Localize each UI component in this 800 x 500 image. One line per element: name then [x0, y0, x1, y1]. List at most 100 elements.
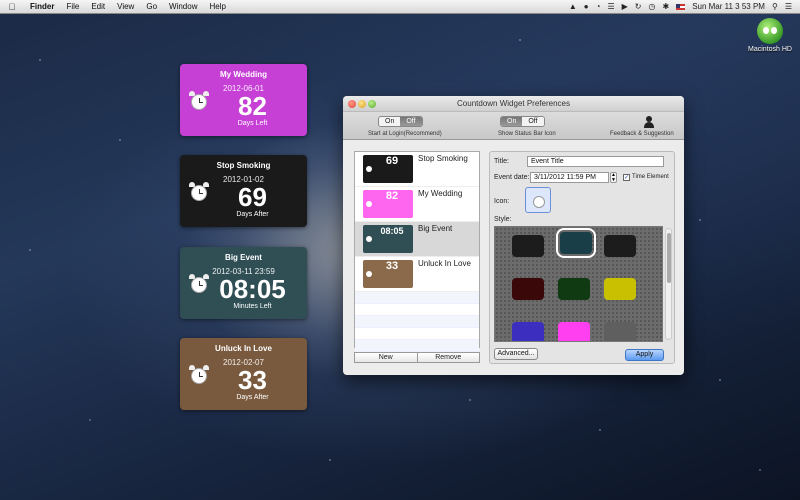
style-scrollbar[interactable]	[665, 228, 672, 340]
status-on-option[interactable]: On	[501, 117, 523, 126]
style-picker[interactable]	[494, 226, 663, 342]
list-item[interactable]: 33 Unluck In Love	[355, 257, 479, 292]
user-status-icon[interactable]: ●	[584, 2, 589, 11]
widget-big-event[interactable]: Big Event 2012-03-11 23:59 08:05 Minutes…	[180, 247, 307, 319]
login-off-option[interactable]: Off	[400, 117, 422, 126]
time-machine-icon[interactable]: ◔	[596, 2, 601, 11]
date-stepper[interactable]: ▲ ▼	[610, 172, 617, 183]
status-bar-icon-toggle[interactable]: On Off	[500, 116, 545, 127]
menu-clock[interactable]: Sun Mar 11 3 53 PM	[692, 2, 765, 11]
list-item-selected[interactable]: 08:05 Big Event	[355, 222, 479, 257]
style-swatch[interactable]	[512, 322, 544, 341]
widget-stop-smoking[interactable]: Stop Smoking 2012-01-02 69 Days After	[180, 155, 307, 227]
style-swatch[interactable]	[604, 322, 636, 341]
mini-clock-icon	[366, 166, 372, 172]
spotlight-search-icon[interactable]: ⚲	[772, 2, 778, 11]
advanced-button[interactable]: Advanced...	[494, 348, 538, 360]
alarm-clock-icon	[189, 273, 209, 295]
event-name: Stop Smoking	[418, 154, 468, 163]
input-source-flag-icon[interactable]	[676, 3, 686, 10]
status-bar-icon-label: Show Status Bar Icon	[498, 131, 556, 137]
widget-date: 2012-06-01	[223, 84, 264, 93]
apple-menu-icon[interactable]: 	[0, 2, 24, 12]
list-item[interactable]: 82 My Wedding	[355, 187, 479, 222]
scrollbar-knob[interactable]	[667, 233, 671, 283]
list-item[interactable]: 69 Stop Smoking	[355, 152, 479, 187]
title-field[interactable]: Event Title	[527, 156, 664, 167]
menu-edit[interactable]: Edit	[85, 2, 111, 11]
list-button-bar: New Remove	[354, 352, 480, 363]
style-swatch[interactable]	[558, 322, 590, 341]
login-on-option[interactable]: On	[379, 117, 401, 126]
apply-button[interactable]: Apply	[625, 349, 664, 361]
widget-count: 08:05	[219, 274, 286, 304]
widget-title: Big Event	[225, 253, 262, 262]
menu-go[interactable]: Go	[140, 2, 163, 11]
window-title: Countdown Widget Preferences	[457, 99, 570, 108]
history-icon[interactable]: ◷	[649, 2, 656, 11]
event-detail-pane: Title: Event Title Event date: 3/11/2012…	[489, 151, 675, 364]
window-toolbar: On Off Start at Login(Recommend) On Off …	[343, 112, 684, 140]
alarm-clock-icon	[189, 90, 209, 112]
sync-icon[interactable]: ↻	[635, 2, 642, 11]
mini-clock-icon	[366, 271, 372, 277]
style-swatch[interactable]	[604, 278, 636, 300]
feedback-label[interactable]: Feedback & Suggestion	[610, 131, 674, 137]
thumb-count: 69	[385, 155, 399, 167]
bluetooth-icon[interactable]: ✱	[662, 2, 669, 11]
event-name: Unluck In Love	[418, 259, 471, 268]
widget-date: 2012-01-02	[223, 175, 264, 184]
thumb-count: 33	[385, 260, 399, 272]
event-thumbnail: 33	[363, 260, 413, 288]
mini-clock-icon	[366, 201, 372, 207]
volume-icon[interactable]: ▶	[622, 2, 628, 11]
event-list[interactable]: 69 Stop Smoking 82 My Wedding 08:05 Big …	[354, 151, 480, 352]
start-at-login-toggle[interactable]: On Off	[378, 116, 423, 127]
alarm-clock-icon	[189, 364, 209, 386]
menu-file[interactable]: File	[60, 2, 85, 11]
widget-unit: Minutes Left	[233, 303, 272, 310]
window-titlebar[interactable]: Countdown Widget Preferences	[343, 96, 684, 112]
event-name: My Wedding	[418, 189, 463, 198]
menu-view[interactable]: View	[111, 2, 140, 11]
wifi-icon[interactable]: ☰	[607, 2, 614, 11]
empty-list-area	[355, 292, 479, 352]
event-thumbnail: 69	[363, 155, 413, 183]
preferences-window: Countdown Widget Preferences On Off Star…	[343, 96, 684, 375]
time-element-checkbox[interactable]: ✓	[623, 174, 630, 181]
zoom-window-button[interactable]	[368, 100, 376, 108]
remove-event-button[interactable]: Remove	[416, 353, 480, 362]
widget-unit: Days After	[236, 394, 269, 401]
style-swatch-selected[interactable]	[556, 228, 596, 258]
style-swatch[interactable]	[512, 278, 544, 300]
event-thumbnail: 82	[363, 190, 413, 218]
widget-unit: Days After	[236, 211, 269, 218]
widget-my-wedding[interactable]: My Wedding 2012-06-01 82 Days Left	[180, 64, 307, 136]
menu-finder[interactable]: Finder	[24, 2, 60, 11]
hard-drive-icon	[757, 18, 783, 44]
style-swatch[interactable]	[604, 235, 636, 257]
widget-unluck-in-love[interactable]: Unluck In Love 2012-02-07 33 Days After	[180, 338, 307, 410]
widget-title: Stop Smoking	[216, 161, 271, 170]
status-off-option[interactable]: Off	[522, 117, 544, 126]
style-swatch[interactable]	[512, 235, 544, 257]
icon-label: Icon:	[494, 198, 510, 205]
time-element-label: Time Element	[632, 174, 669, 180]
new-event-button[interactable]: New	[355, 353, 417, 362]
icon-picker-well[interactable]	[525, 187, 551, 213]
notification-list-icon[interactable]: ☰	[785, 2, 792, 11]
menu-bar:  Finder File Edit View Go Window Help ▲…	[0, 0, 800, 14]
close-window-button[interactable]	[348, 100, 356, 108]
alarm-status-icon[interactable]: ▲	[569, 2, 577, 11]
style-label: Style:	[494, 216, 512, 223]
menu-help[interactable]: Help	[203, 2, 231, 11]
macintosh-hd-desktop-icon[interactable]: Macintosh HD	[748, 18, 792, 54]
event-date-field[interactable]: 3/11/2012 11:59 PM	[530, 172, 609, 183]
feedback-person-icon[interactable]	[644, 116, 654, 128]
menu-window[interactable]: Window	[163, 2, 203, 11]
widget-count: 33	[238, 365, 267, 395]
thumb-count: 82	[385, 190, 399, 202]
title-label: Title:	[494, 158, 509, 165]
style-swatch[interactable]	[558, 278, 590, 300]
minimize-window-button[interactable]	[358, 100, 366, 108]
